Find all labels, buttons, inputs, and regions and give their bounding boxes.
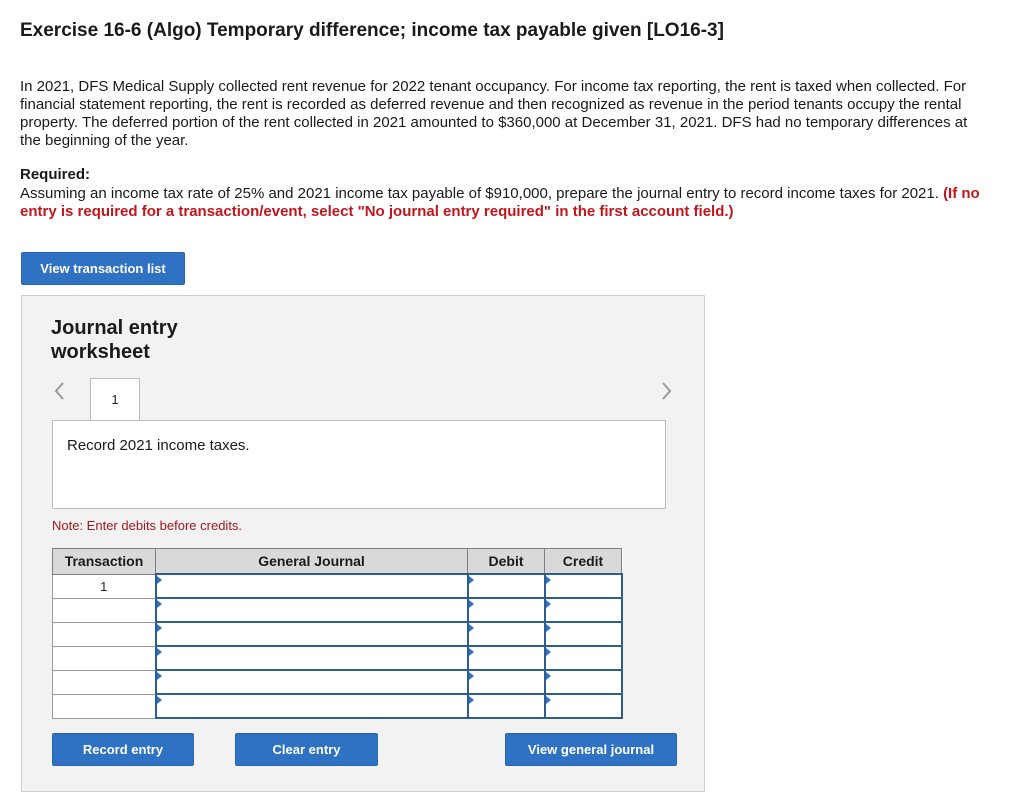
credit-input[interactable]: [543, 597, 623, 623]
input-marker-icon: [545, 648, 551, 656]
debit-input[interactable]: [466, 597, 546, 623]
table-row: [52, 693, 623, 719]
table-row: [52, 597, 623, 623]
required-text: Assuming an income tax rate of 25% and 2…: [20, 185, 980, 221]
transaction-cell: [52, 669, 156, 695]
account-input[interactable]: [154, 669, 469, 695]
tab-entry-1[interactable]: 1: [90, 378, 140, 420]
account-input[interactable]: [154, 693, 469, 719]
view-transaction-list-button[interactable]: View transaction list: [21, 252, 185, 285]
exercise-title: Exercise 16-6 (Algo) Temporary differenc…: [20, 20, 724, 41]
column-header-transaction: Transaction: [52, 548, 156, 575]
clear-entry-button[interactable]: Clear entry: [235, 733, 378, 766]
view-general-journal-button[interactable]: View general journal: [505, 733, 677, 766]
input-marker-icon: [545, 600, 551, 608]
account-input[interactable]: [154, 573, 469, 599]
debit-input[interactable]: [466, 573, 546, 599]
journal-entry-worksheet-panel: Journal entry worksheet 1 Record 2021 in…: [21, 295, 705, 792]
debit-input[interactable]: [466, 621, 546, 647]
chevron-left-icon[interactable]: [52, 380, 68, 402]
input-marker-icon: [468, 600, 474, 608]
account-input[interactable]: [154, 645, 469, 671]
transaction-cell: [52, 621, 156, 647]
record-entry-button[interactable]: Record entry: [52, 733, 194, 766]
dropdown-marker-icon: [156, 576, 162, 584]
problem-intro: In 2021, DFS Medical Supply collected re…: [20, 78, 968, 149]
credit-input[interactable]: [543, 573, 623, 599]
credit-input[interactable]: [543, 693, 623, 719]
column-header-general-journal: General Journal: [155, 548, 468, 575]
transaction-cell: [52, 597, 156, 623]
input-marker-icon: [545, 576, 551, 584]
input-marker-icon: [468, 648, 474, 656]
debit-input[interactable]: [466, 693, 546, 719]
table-row: [52, 669, 623, 695]
required-label: Required:: [20, 166, 91, 183]
account-input[interactable]: [154, 621, 469, 647]
column-header-credit: Credit: [544, 548, 622, 575]
chevron-right-icon[interactable]: [658, 380, 674, 402]
input-marker-icon: [545, 696, 551, 704]
debit-input[interactable]: [466, 645, 546, 671]
dropdown-marker-icon: [156, 672, 162, 680]
entry-description-box: Record 2021 income taxes.: [52, 420, 666, 509]
journal-entry-table: Transaction General Journal Debit Credit…: [52, 548, 623, 719]
entry-description: Record 2021 income taxes.: [67, 437, 250, 454]
entry-note: Note: Enter debits before credits.: [52, 518, 243, 533]
credit-input[interactable]: [543, 621, 623, 647]
required-body: Assuming an income tax rate of 25% and 2…: [20, 185, 939, 202]
input-marker-icon: [468, 696, 474, 704]
input-marker-icon: [468, 624, 474, 632]
account-input[interactable]: [154, 597, 469, 623]
table-row: 1: [52, 573, 623, 599]
credit-input[interactable]: [543, 645, 623, 671]
table-row: [52, 621, 623, 647]
credit-input[interactable]: [543, 669, 623, 695]
input-marker-icon: [468, 672, 474, 680]
worksheet-title: Journal entry worksheet: [51, 316, 178, 364]
table-row: [52, 645, 623, 671]
worksheet-title-line1: Journal entry: [51, 317, 178, 339]
transaction-cell: 1: [52, 573, 156, 599]
worksheet-title-line2: worksheet: [51, 341, 150, 363]
input-marker-icon: [545, 672, 551, 680]
dropdown-marker-icon: [156, 648, 162, 656]
dropdown-marker-icon: [156, 624, 162, 632]
dropdown-marker-icon: [156, 600, 162, 608]
transaction-cell: [52, 645, 156, 671]
transaction-cell: [52, 693, 156, 719]
dropdown-marker-icon: [156, 696, 162, 704]
input-marker-icon: [468, 576, 474, 584]
input-marker-icon: [545, 624, 551, 632]
debit-input[interactable]: [466, 669, 546, 695]
column-header-debit: Debit: [467, 548, 545, 575]
